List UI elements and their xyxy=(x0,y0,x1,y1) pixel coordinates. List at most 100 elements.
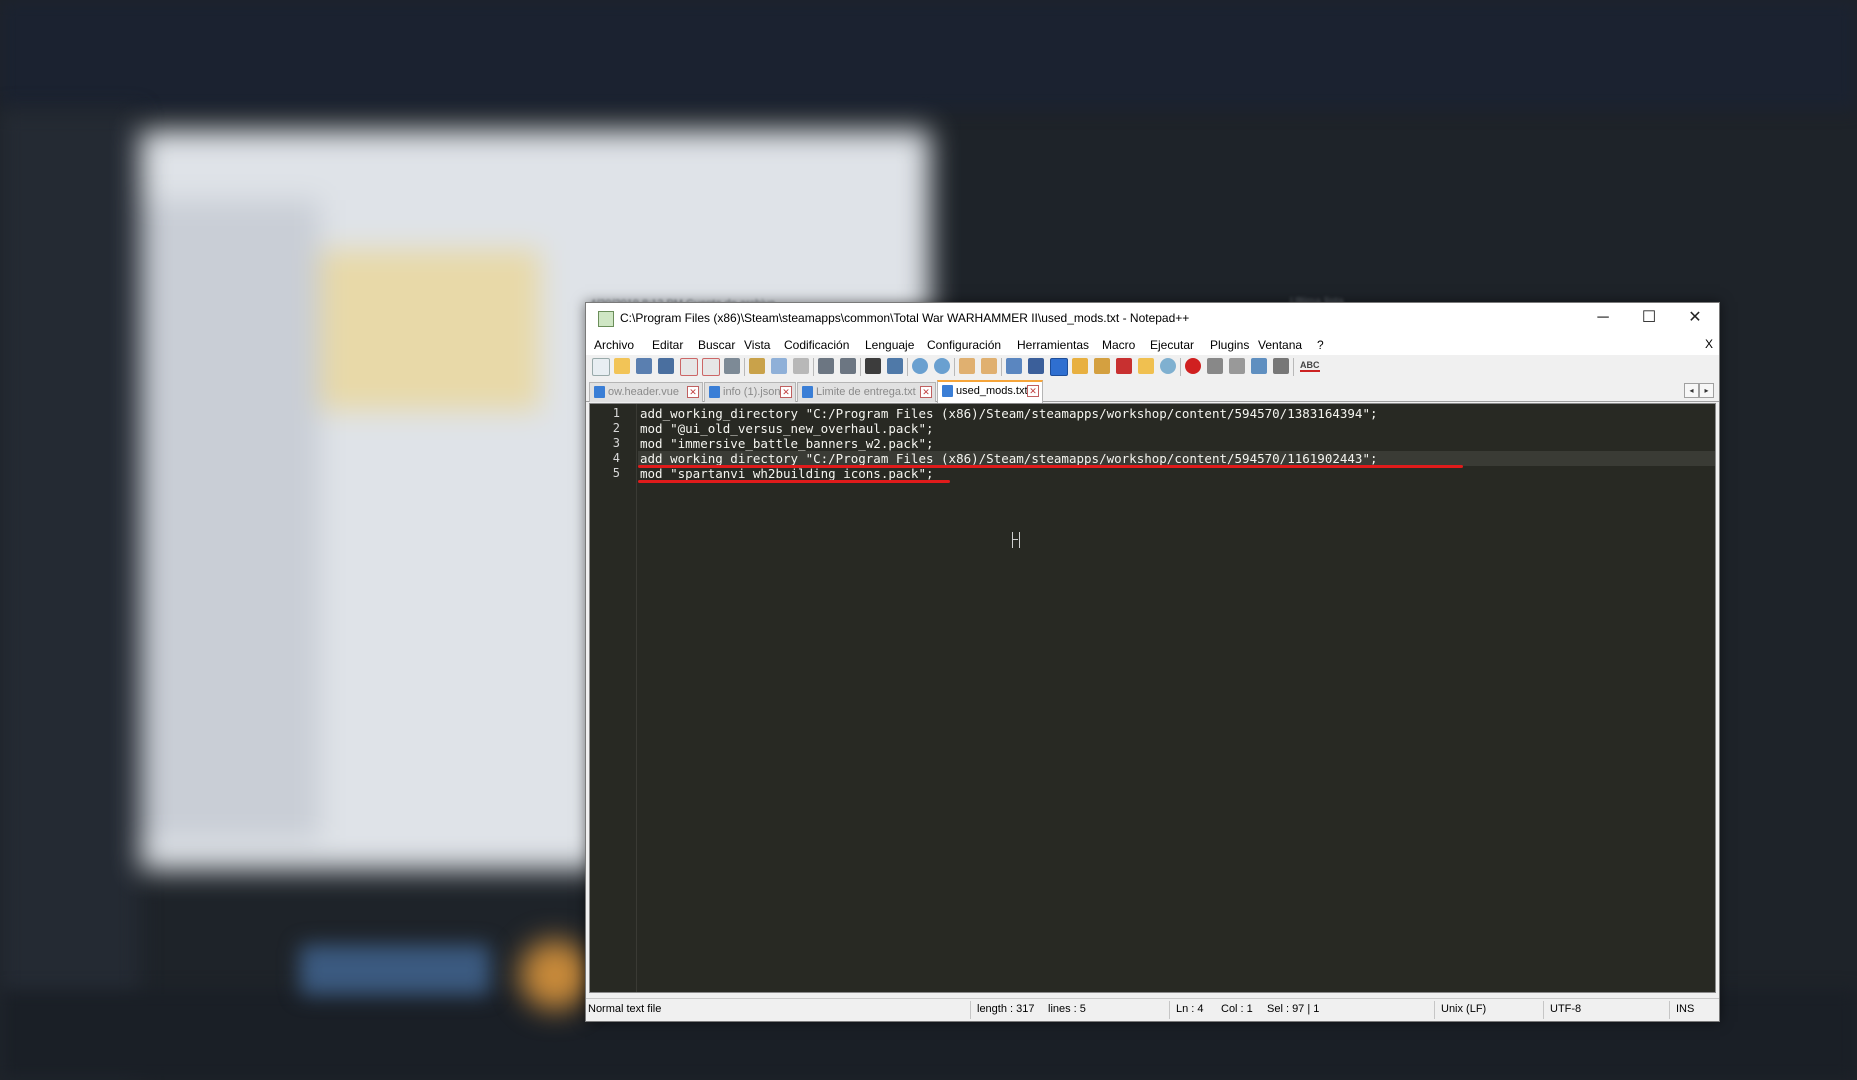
menu-archivo[interactable]: Archivo xyxy=(594,338,634,352)
toolbar-separator xyxy=(954,358,955,376)
tab-label: info (1).json xyxy=(723,386,781,398)
zoom-out-icon[interactable] xyxy=(934,358,950,374)
status-eol: Unix (LF) xyxy=(1441,1003,1487,1015)
status-divider xyxy=(1543,1001,1544,1019)
monitoring-icon[interactable] xyxy=(1160,358,1176,374)
window-title: C:\Program Files (x86)\Steam\steamapps\c… xyxy=(620,311,1190,325)
paste-icon[interactable] xyxy=(793,358,809,374)
menu-lenguaje[interactable]: Lenguaje xyxy=(865,338,914,352)
cut-icon[interactable] xyxy=(749,358,765,374)
file-saved-icon xyxy=(802,386,813,398)
text-cursor-icon xyxy=(1012,532,1020,548)
doc-map-icon[interactable] xyxy=(1072,358,1088,374)
indent-guide-icon[interactable] xyxy=(1050,358,1068,376)
line-number: 5 xyxy=(612,466,620,480)
tab-ow-header-vue[interactable]: ow.header.vue ✕ xyxy=(589,382,703,402)
menu-vista[interactable]: Vista xyxy=(744,338,770,352)
menu-ejecutar[interactable]: Ejecutar xyxy=(1150,338,1194,352)
menu-editar[interactable]: Editar xyxy=(652,338,683,352)
minimize-button[interactable]: ─ xyxy=(1580,303,1626,333)
toolbar-separator xyxy=(860,358,861,376)
word-wrap-icon[interactable] xyxy=(1006,358,1022,374)
show-all-chars-icon[interactable] xyxy=(1028,358,1044,374)
file-saved-icon xyxy=(594,386,605,398)
text-editor[interactable]: 1 2 3 4 5 add_working_directory "C:/Prog… xyxy=(589,403,1716,993)
code-line[interactable]: mod "immersive_battle_banners_w2.pack"; xyxy=(638,436,1715,451)
tab-close-icon[interactable]: ✕ xyxy=(1027,385,1039,397)
tab-used-mods[interactable]: used_mods.txt ✕ xyxy=(937,380,1043,403)
copy-icon[interactable] xyxy=(771,358,787,374)
save-icon[interactable] xyxy=(636,358,652,374)
code-line[interactable]: add_working_directory "C:/Program Files … xyxy=(638,406,1715,421)
code-line-current[interactable]: add_working_directory "C:/Program Files … xyxy=(638,451,1715,466)
toolbar-separator xyxy=(813,358,814,376)
play-macro-icon[interactable] xyxy=(1229,358,1245,374)
toolbar-separator xyxy=(907,358,908,376)
tab-close-icon[interactable]: ✕ xyxy=(920,386,932,398)
spell-check-icon[interactable]: ABC xyxy=(1300,361,1320,372)
tab-limite-de-entrega[interactable]: Limite de entrega.txt ✕ xyxy=(797,382,936,402)
file-saved-icon xyxy=(709,386,720,398)
function-list-icon[interactable] xyxy=(1094,358,1110,374)
print-icon[interactable] xyxy=(724,358,740,374)
file-saved-icon xyxy=(942,385,953,397)
status-divider xyxy=(1669,1001,1670,1019)
new-file-icon[interactable] xyxy=(592,358,610,376)
folder-workspace-icon[interactable] xyxy=(1138,358,1154,374)
tab-info-json[interactable]: info (1).json ✕ xyxy=(704,382,796,402)
status-sel: Sel : 97 | 1 xyxy=(1267,1003,1320,1015)
red-underline-annotation xyxy=(638,480,950,483)
line-number: 3 xyxy=(612,436,620,450)
tab-scroll-left-icon[interactable]: ◂ xyxy=(1684,383,1699,398)
replace-icon[interactable] xyxy=(887,358,903,374)
tab-label: ow.header.vue xyxy=(608,386,679,398)
toolbar-separator xyxy=(1001,358,1002,376)
status-lines: lines : 5 xyxy=(1048,1003,1086,1015)
red-underline-annotation xyxy=(638,465,1463,468)
stop-macro-icon[interactable] xyxy=(1207,358,1223,374)
menu-buscar[interactable]: Buscar xyxy=(698,338,735,352)
background-top-bar xyxy=(0,0,1857,110)
close-button[interactable]: ✕ xyxy=(1672,303,1718,333)
status-length: length : 317 xyxy=(977,1003,1035,1015)
find-icon[interactable] xyxy=(865,358,881,374)
close-icon[interactable] xyxy=(680,358,698,376)
define-language-icon[interactable] xyxy=(1116,358,1132,374)
undo-icon[interactable] xyxy=(818,358,834,374)
menu-ventana[interactable]: Ventana xyxy=(1258,338,1302,352)
status-col: Col : 1 xyxy=(1221,1003,1253,1015)
line-number-gutter: 1 2 3 4 5 xyxy=(590,404,637,992)
code-line[interactable]: mod "spartanvi_wh2building_icons.pack"; xyxy=(638,466,1715,481)
status-encoding: UTF-8 xyxy=(1550,1003,1582,1015)
save-macro-icon[interactable] xyxy=(1273,358,1289,374)
menu-plugins[interactable]: Plugins xyxy=(1210,338,1249,352)
tab-close-icon[interactable]: ✕ xyxy=(687,386,699,398)
menu-codificacion[interactable]: Codificación xyxy=(784,338,849,352)
code-line[interactable]: mod "@ui_old_versus_new_overhaul.pack"; xyxy=(638,421,1715,436)
menu-macro[interactable]: Macro xyxy=(1102,338,1135,352)
tab-scroll-right-icon[interactable]: ▸ xyxy=(1699,383,1714,398)
redo-icon[interactable] xyxy=(840,358,856,374)
menu-herramientas[interactable]: Herramientas xyxy=(1017,338,1089,352)
status-ln: Ln : 4 xyxy=(1176,1003,1204,1015)
sync-vertical-icon[interactable] xyxy=(959,358,975,374)
notepad-plus-plus-window: C:\Program Files (x86)\Steam\steamapps\c… xyxy=(585,302,1720,1022)
sync-horizontal-icon[interactable] xyxy=(981,358,997,374)
toolbar-separator xyxy=(1180,358,1181,376)
status-divider xyxy=(970,1001,971,1019)
close-document-button[interactable]: X xyxy=(1705,337,1713,351)
run-macro-multiple-icon[interactable] xyxy=(1251,358,1267,374)
zoom-in-icon[interactable] xyxy=(912,358,928,374)
maximize-button[interactable]: ☐ xyxy=(1626,303,1672,333)
menu-bar: Archivo Editar Buscar Vista Codificación… xyxy=(586,333,1719,355)
open-file-icon[interactable] xyxy=(614,358,630,374)
menu-configuracion[interactable]: Configuración xyxy=(927,338,1001,352)
record-macro-icon[interactable] xyxy=(1185,358,1201,374)
menu-help[interactable]: ? xyxy=(1317,338,1324,352)
tab-bar: ow.header.vue ✕ info (1).json ✕ Limite d… xyxy=(586,379,1719,403)
background-blurred-button xyxy=(300,945,490,995)
title-bar[interactable]: C:\Program Files (x86)\Steam\steamapps\c… xyxy=(586,303,1719,333)
save-all-icon[interactable] xyxy=(658,358,674,374)
close-all-icon[interactable] xyxy=(702,358,720,376)
tab-close-icon[interactable]: ✕ xyxy=(780,386,792,398)
